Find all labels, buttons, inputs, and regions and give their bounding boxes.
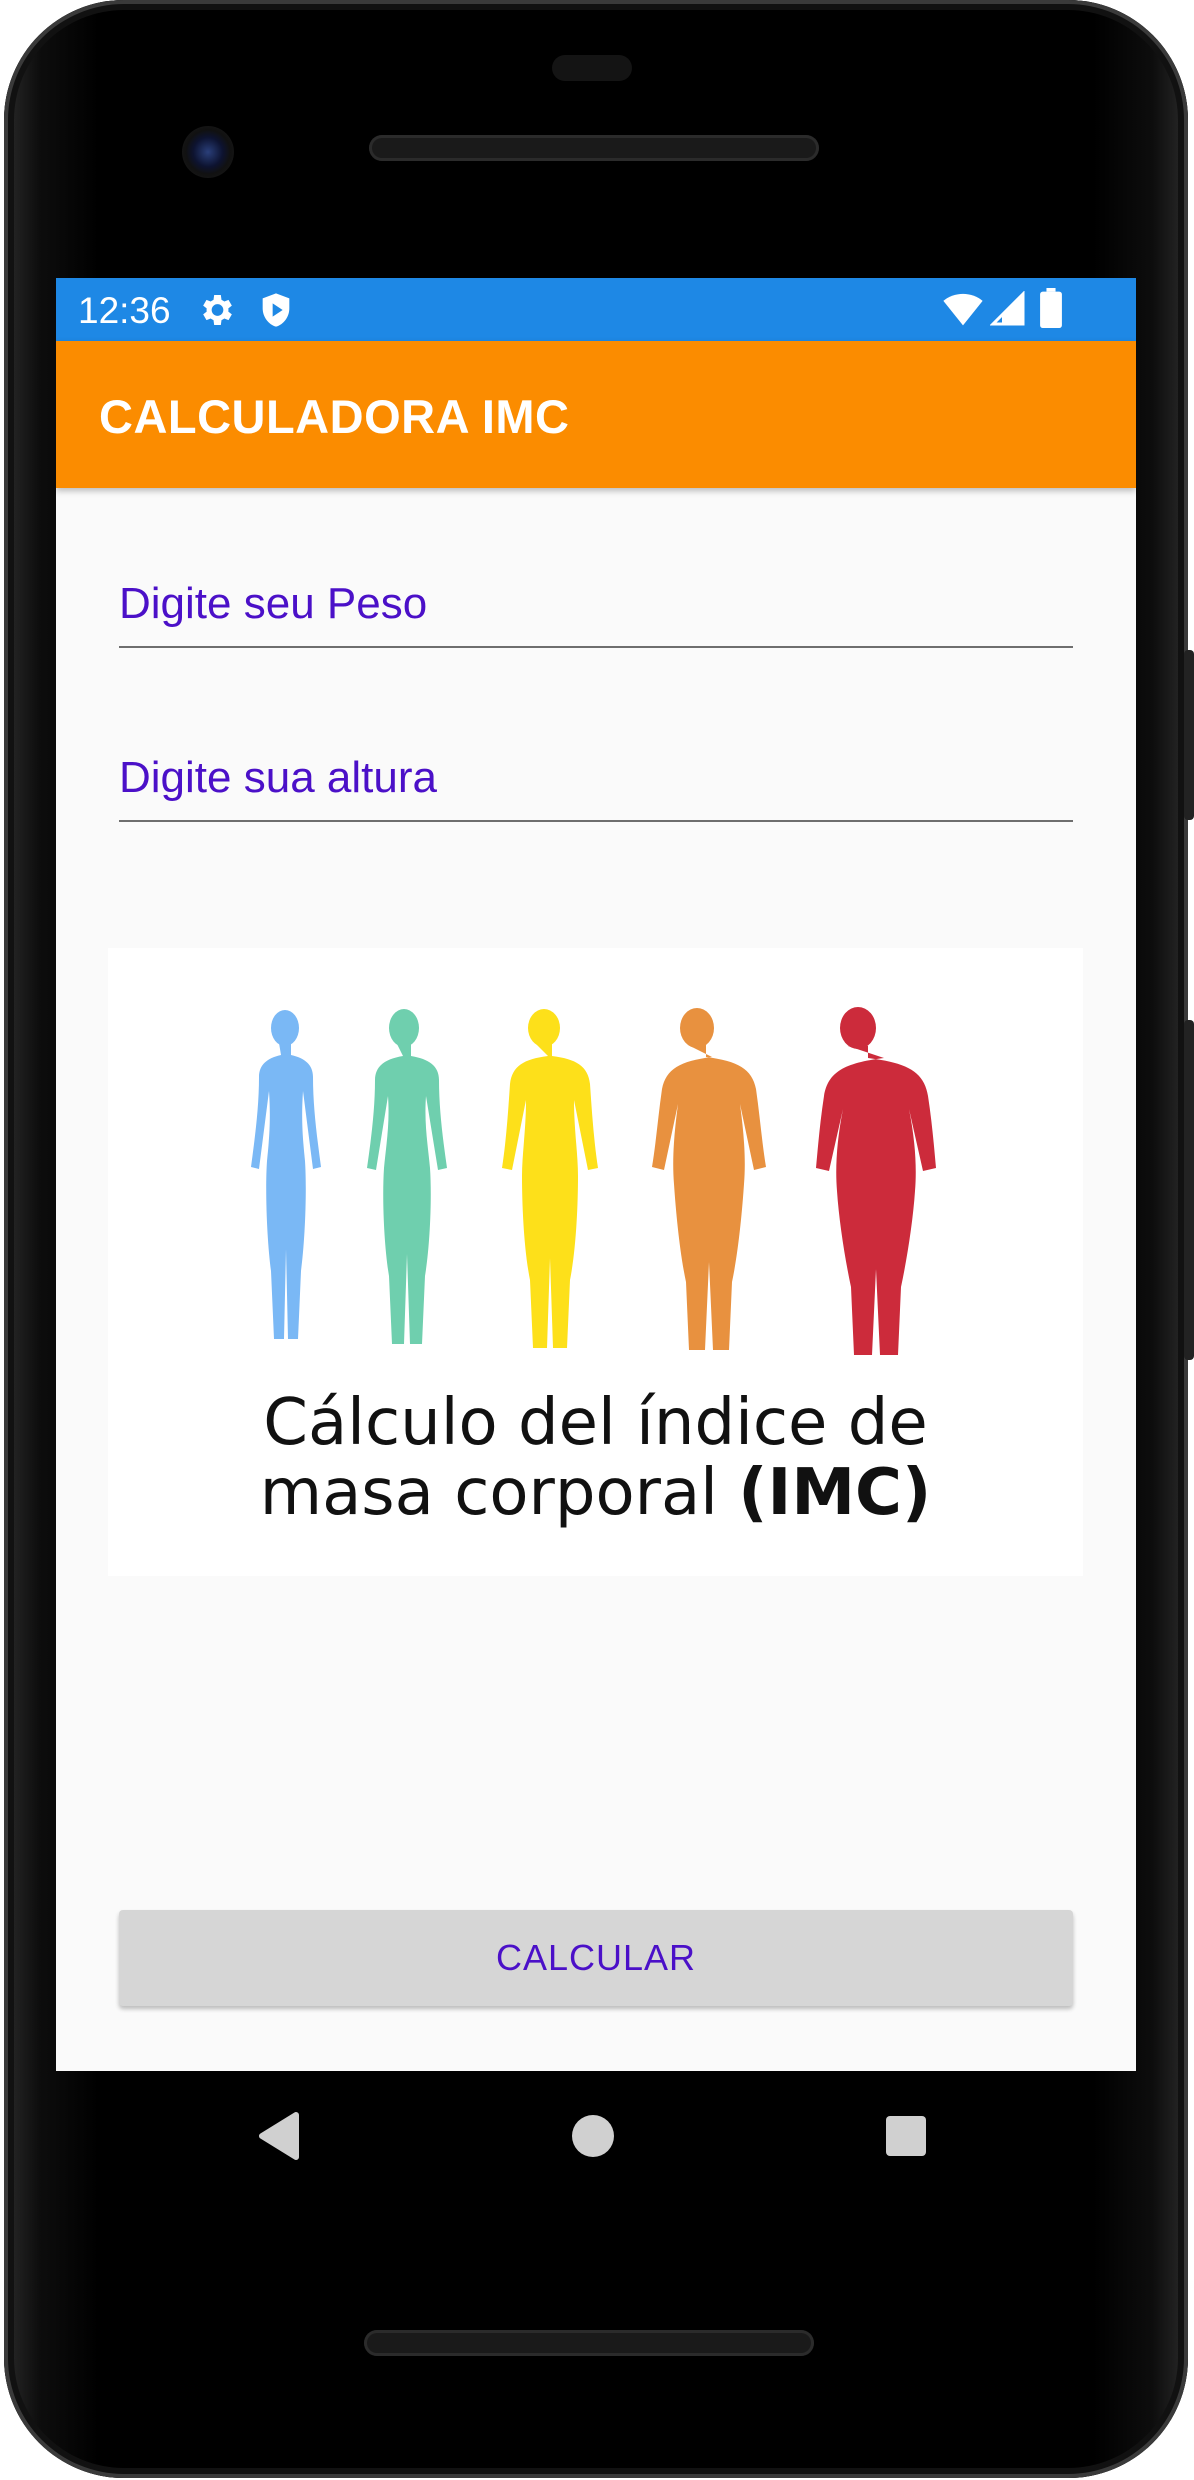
front-camera-icon [182, 126, 234, 178]
obese-figure [652, 1008, 766, 1350]
caption-line-2-regular: masa corporal [259, 1456, 739, 1530]
weight-input[interactable] [119, 562, 1073, 646]
weight-field[interactable] [119, 562, 1073, 648]
caption-line-1: Cálculo del índice de [263, 1386, 928, 1460]
app-bar: CALCULADORA IMC [56, 341, 1136, 488]
underweight-figure [251, 1010, 321, 1339]
wifi-icon [943, 293, 983, 326]
navigation-bar [56, 2071, 1136, 2201]
bottom-speaker [364, 2330, 814, 2356]
extreme-obese-figure [816, 1007, 936, 1355]
height-field[interactable] [119, 736, 1073, 822]
caption-line-2: masa corporal (IMC) [108, 1458, 1083, 1528]
back-icon[interactable] [256, 2111, 300, 2161]
body-silhouettes-illustration [251, 1007, 936, 1355]
recent-apps-icon[interactable] [886, 2116, 926, 2156]
imc-illustration: Cálculo del índice de masa corporal (IMC… [108, 948, 1083, 1576]
overweight-figure [502, 1009, 598, 1348]
power-button [1184, 650, 1194, 820]
screen: 12:36 CALCULADORA IMC Digite seu Peso Di… [56, 278, 1136, 2071]
gear-icon [203, 295, 232, 325]
calculate-button[interactable]: CALCULAR [119, 1910, 1073, 2006]
home-icon[interactable] [572, 2115, 614, 2157]
cell-signal-icon [990, 291, 1025, 326]
caption-line-2-bold: (IMC) [738, 1456, 932, 1530]
earpiece-speaker [369, 135, 819, 161]
app-title: CALCULADORA IMC [99, 390, 570, 443]
shield-icon [262, 293, 290, 327]
status-time: 12:36 [78, 290, 171, 331]
proximity-sensor [552, 55, 632, 81]
normal-figure [367, 1009, 447, 1344]
phone-frame: 12:36 CALCULADORA IMC Digite seu Peso Di… [4, 0, 1194, 2478]
height-input[interactable] [119, 736, 1073, 820]
imc-caption: Cálculo del índice de masa corporal (IMC… [108, 1388, 1083, 1528]
status-bar: 12:36 [56, 278, 1136, 341]
battery-icon [1040, 288, 1062, 328]
volume-rocker [1184, 1020, 1194, 1360]
